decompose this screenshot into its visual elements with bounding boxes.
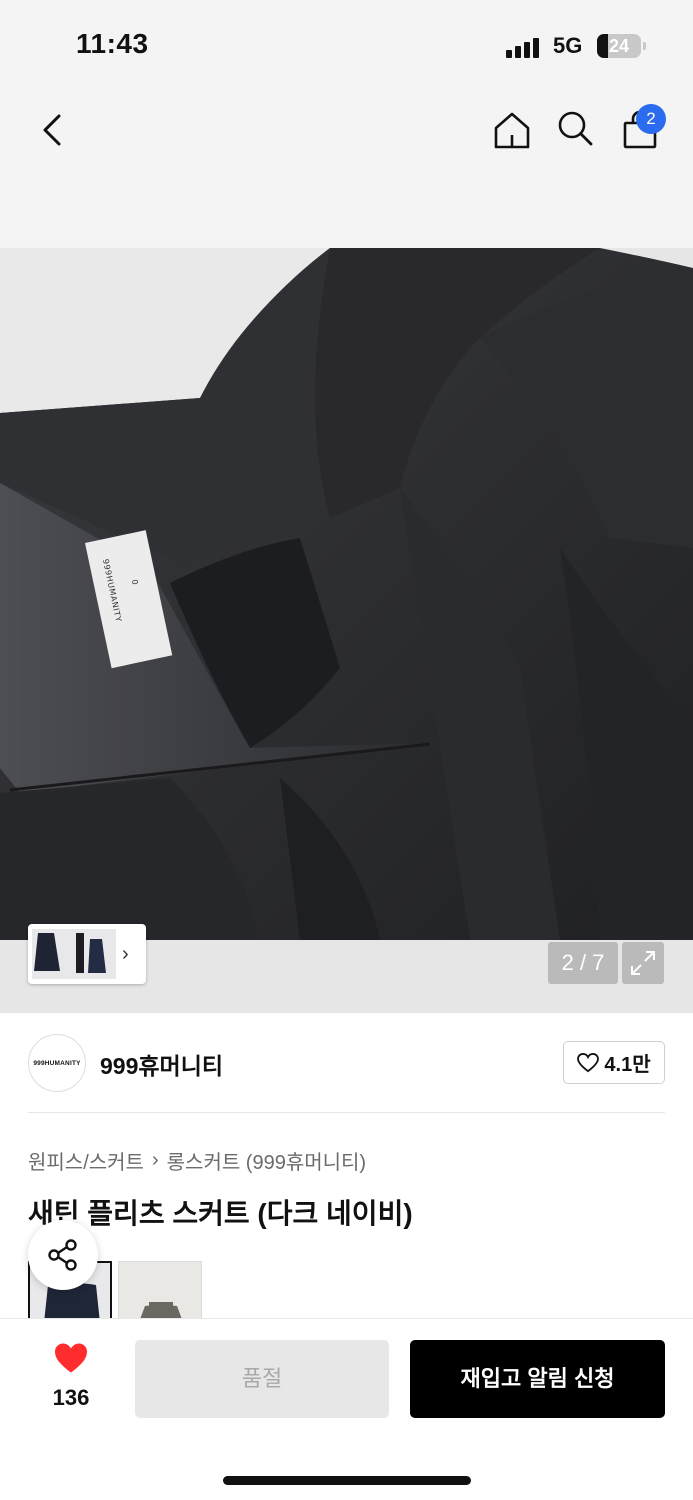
top-area: 11:43 5G 24 bbox=[0, 0, 693, 248]
thumbnail-strip[interactable]: › bbox=[28, 924, 146, 984]
home-icon bbox=[494, 112, 530, 149]
restock-alert-button[interactable]: 재입고 알림 신청 bbox=[410, 1340, 665, 1418]
wishlist-count: 136 bbox=[52, 1385, 90, 1410]
breadcrumb-category[interactable]: 원피스/스커트 bbox=[28, 1146, 144, 1175]
thumbnail-image bbox=[32, 929, 116, 979]
home-indicator[interactable] bbox=[223, 1476, 471, 1485]
brand-name[interactable]: 999휴머니티 bbox=[100, 1047, 223, 1081]
image-counter: 2 / 7 bbox=[548, 942, 618, 984]
search-button[interactable] bbox=[553, 106, 597, 150]
brand-like-button[interactable]: 4.1만 bbox=[563, 1041, 665, 1084]
divider bbox=[28, 1112, 665, 1113]
product-image[interactable]: 999HUMANITY 0 bbox=[0, 248, 693, 940]
chevron-right-icon: › bbox=[151, 1149, 159, 1171]
status-time: 11:43 bbox=[76, 28, 149, 59]
back-button[interactable] bbox=[30, 108, 74, 152]
battery-icon: 24 bbox=[597, 34, 646, 58]
brand-like-count: 4.1만 bbox=[604, 1054, 651, 1076]
heart-filled-icon bbox=[55, 1343, 87, 1373]
signal-icon bbox=[506, 36, 542, 58]
network-type: 5G bbox=[553, 33, 583, 58]
share-icon bbox=[48, 1239, 77, 1271]
breadcrumb-subcategory[interactable]: 롱스커트 (999휴머니티) bbox=[167, 1146, 366, 1175]
back-icon bbox=[43, 114, 61, 146]
product-title: 새틴 플리츠 스커트 (다크 네이비) bbox=[28, 1198, 413, 1229]
home-button[interactable] bbox=[490, 108, 534, 152]
expand-button[interactable] bbox=[622, 942, 664, 984]
wishlist-button[interactable]: 136 bbox=[40, 1342, 102, 1411]
color-option-gray[interactable] bbox=[118, 1261, 202, 1321]
share-button[interactable] bbox=[28, 1220, 98, 1290]
expand-icon bbox=[631, 951, 655, 975]
search-icon bbox=[558, 111, 593, 146]
breadcrumb: 원피스/스커트 › 롱스커트 (999휴머니티) bbox=[28, 1146, 366, 1175]
cart-badge: 2 bbox=[636, 104, 666, 134]
soldout-button: 품절 bbox=[135, 1340, 389, 1418]
heart-outline-icon bbox=[577, 1052, 600, 1072]
brand-logo[interactable]: 999HUMANITY bbox=[28, 1034, 86, 1092]
chevron-right-icon: › bbox=[122, 942, 129, 965]
battery-level: 24 bbox=[608, 36, 630, 56]
